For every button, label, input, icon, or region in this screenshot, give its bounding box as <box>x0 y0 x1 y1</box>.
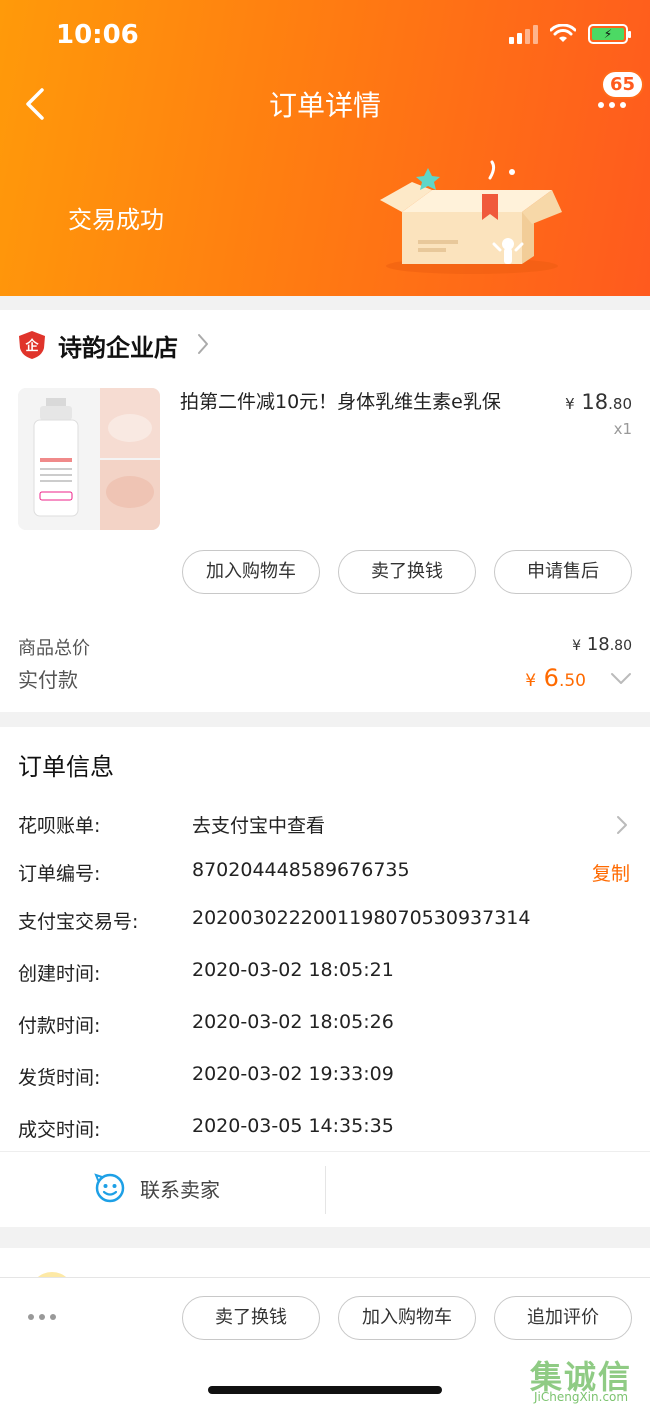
chevron-right-icon <box>198 334 208 354</box>
contact-bar: 联系卖家 <box>0 1151 650 1227</box>
contact-seller-label: 联系卖家 <box>140 1177 220 1202</box>
trade-status: 交易成功 <box>68 206 164 234</box>
request-after-sale-button[interactable]: 申请售后 <box>494 550 632 594</box>
status-icons: ⚡ <box>509 24 631 44</box>
info-value: 2020-03-02 18:05:21 <box>192 959 394 981</box>
svg-text:企: 企 <box>24 338 39 354</box>
order-header: 10:06 ⚡ 订单详情 65 交易成功 <box>0 0 650 296</box>
alipay-trade-no-row: 支付宝交易号: 2020030222001198070530937314 <box>0 907 650 947</box>
info-label: 花呗账单: <box>18 815 101 837</box>
completed-time-row: 成交时间: 2020-03-05 14:35:35 <box>0 1115 650 1155</box>
lotion-bottle-image <box>18 388 160 530</box>
info-label: 支付宝交易号: <box>18 911 139 933</box>
chevron-down-icon[interactable] <box>610 672 632 686</box>
product-title[interactable]: 拍第二件减10元！身体乳维生素e乳保 <box>180 388 550 416</box>
sell-for-cash-button[interactable]: 卖了换钱 <box>182 1296 320 1340</box>
message-count-badge: 65 <box>600 70 644 99</box>
add-to-cart-button[interactable]: 加入购物车 <box>182 550 320 594</box>
package-box-illustration <box>380 160 562 274</box>
info-label: 创建时间: <box>18 963 101 985</box>
info-value: 870204448589676735 <box>192 859 410 881</box>
shop-order-card: 企 诗韵企业店 拍第二件减10元！身体乳维生素e乳保 ¥ 18.80 x1 加入… <box>0 310 650 712</box>
add-review-button[interactable]: 追加评价 <box>494 1296 632 1340</box>
shipped-time-row: 发货时间: 2020-03-02 19:33:09 <box>0 1063 650 1103</box>
product-price: ¥ 18.80 <box>565 390 632 414</box>
info-value: 2020-03-05 14:35:35 <box>192 1115 394 1137</box>
battery-icon: ⚡ <box>588 24 631 44</box>
page-title: 订单详情 <box>268 89 381 122</box>
watermark-logo: 集诚信 JiChengXin.com <box>530 1352 648 1406</box>
paid-time-row: 付款时间: 2020-03-02 18:05:26 <box>0 1011 650 1051</box>
info-label: 订单编号: <box>18 863 101 885</box>
order-number-row: 订单编号: 870204448589676735 复制 <box>0 859 650 899</box>
info-value: 2020-03-02 19:33:09 <box>192 1063 394 1085</box>
info-label: 发货时间: <box>18 1067 101 1089</box>
huabei-bill-row[interactable]: 花呗账单: 去支付宝中查看 <box>0 811 650 851</box>
more-dots-icon[interactable] <box>28 1314 56 1320</box>
created-time-row: 创建时间: 2020-03-02 18:05:21 <box>0 959 650 999</box>
chat-smile-icon <box>94 1173 125 1203</box>
shop-name-link[interactable]: 诗韵企业店 <box>58 328 178 363</box>
more-dots-icon <box>598 102 626 108</box>
info-label: 成交时间: <box>18 1119 101 1141</box>
add-to-cart-button[interactable]: 加入购物车 <box>338 1296 476 1340</box>
watermark-sub: JiChengXin.com <box>534 1390 629 1404</box>
sell-for-cash-button[interactable]: 卖了换钱 <box>338 550 476 594</box>
info-value: 2020030222001198070530937314 <box>192 907 531 929</box>
enterprise-shield-icon: 企 <box>19 331 45 359</box>
order-info-heading: 订单信息 <box>18 753 114 781</box>
paid-amount-value: ¥ 6.50 <box>525 664 586 692</box>
copy-order-number-button[interactable]: 复制 <box>592 859 630 886</box>
info-label: 付款时间: <box>18 1015 101 1037</box>
product-thumbnail[interactable] <box>18 388 160 530</box>
status-time: 10:06 <box>56 20 139 50</box>
product-quantity: x1 <box>613 420 632 438</box>
goods-total-label: 商品总价 <box>18 638 90 659</box>
order-info-card: 订单信息 花呗账单: 去支付宝中查看 订单编号: 870204448589676… <box>0 727 650 1227</box>
cellular-signal-icon <box>509 24 538 44</box>
info-value: 去支付宝中查看 <box>192 815 326 837</box>
chevron-right-icon <box>617 816 627 834</box>
goods-total-value: ¥ 18.80 <box>572 634 632 655</box>
home-indicator[interactable] <box>208 1386 442 1394</box>
contact-seller-button[interactable]: 联系卖家 <box>94 1172 220 1204</box>
info-value: 2020-03-02 18:05:26 <box>192 1011 394 1033</box>
paid-amount-label: 实付款 <box>18 668 78 692</box>
contact-divider <box>325 1166 326 1214</box>
wifi-icon <box>550 24 576 42</box>
